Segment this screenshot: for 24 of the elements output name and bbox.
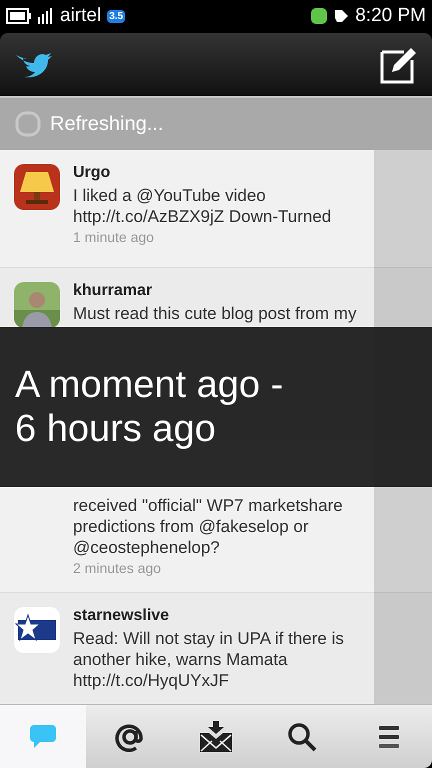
tweet-text: Read: Will not stay in UPA if there is another hike, warns Mamata http://t.co/HyqUYxJF <box>73 628 345 691</box>
tweet-text: I liked a @YouTube video http://t.co/AzBZX9jZ Down-Turned <box>73 185 332 227</box>
carrier-name: airtel <box>60 5 102 27</box>
speech-bubble-icon <box>29 724 58 750</box>
battery-icon <box>6 8 32 24</box>
menu-icon <box>378 724 399 750</box>
tweet-text: received "official" WP7 marketshare predictions from @fakeselop or @ceostephenelop? <box>73 495 344 558</box>
tweet-time: 1 minute ago <box>73 229 155 245</box>
lamp-icon <box>14 164 60 210</box>
clock: 8:20 PM <box>355 5 426 27</box>
tweet-time: 2 minutes ago <box>73 560 162 576</box>
tweet-author: Urgo <box>73 164 112 182</box>
signal-icon <box>38 8 54 24</box>
envelope-download-icon <box>199 720 234 752</box>
spinner-icon <box>14 110 42 138</box>
search-icon <box>286 720 318 752</box>
tweet-author: starnewslive <box>73 607 170 625</box>
compose-icon[interactable] <box>380 46 418 84</box>
network-badge: 3.5 <box>107 10 126 22</box>
refresh-status: Refreshing... <box>50 112 164 136</box>
time-range-label: A moment ago - 6 hours ago <box>15 363 284 451</box>
tweet-text: Must read this cute blog post from my <box>73 303 358 324</box>
tweet-author: khurramar <box>73 282 154 300</box>
notification-icon <box>333 8 350 24</box>
